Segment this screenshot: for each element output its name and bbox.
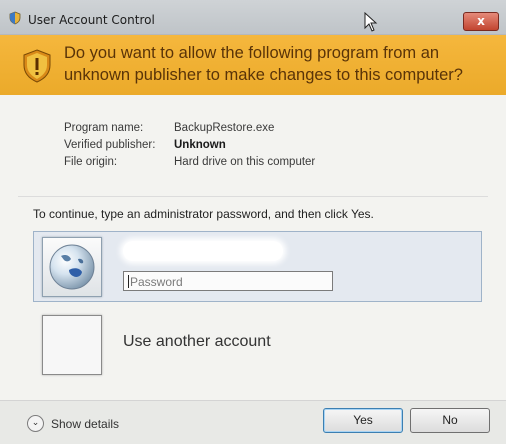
cursor-icon (364, 12, 378, 32)
program-name-value: BackupRestore.exe (174, 122, 275, 134)
banner-question: Do you want to allow the following progr… (64, 44, 463, 84)
warning-banner: Do you want to allow the following progr… (0, 35, 506, 95)
use-another-account-link[interactable]: Use another account (123, 333, 271, 351)
password-placeholder: Password (130, 275, 183, 289)
file-origin-label: File origin: (64, 156, 118, 168)
password-field[interactable]: Password (123, 271, 333, 291)
publisher-label: Verified publisher: (64, 139, 156, 151)
uac-shield-icon (9, 11, 21, 25)
globe-avatar-icon (49, 244, 95, 290)
username-redacted (123, 241, 283, 261)
shield-icon (23, 49, 51, 83)
other-account-avatar[interactable] (42, 315, 102, 375)
program-name-label: Program name: (64, 122, 144, 134)
avatar (42, 237, 102, 297)
close-button[interactable]: x (463, 12, 499, 31)
divider (18, 196, 488, 197)
window-title: User Account Control (28, 13, 155, 27)
no-button[interactable]: No (410, 408, 490, 433)
chevron-down-icon[interactable]: ⌄ (27, 415, 44, 432)
title-bar: User Account Control x (0, 0, 506, 35)
publisher-value: Unknown (174, 139, 226, 151)
yes-button[interactable]: Yes (323, 408, 403, 433)
credential-instruction: To continue, type an administrator passw… (33, 207, 374, 221)
file-origin-value: Hard drive on this computer (174, 156, 316, 168)
close-icon: x (477, 14, 485, 28)
show-details-link[interactable]: Show details (51, 417, 119, 431)
